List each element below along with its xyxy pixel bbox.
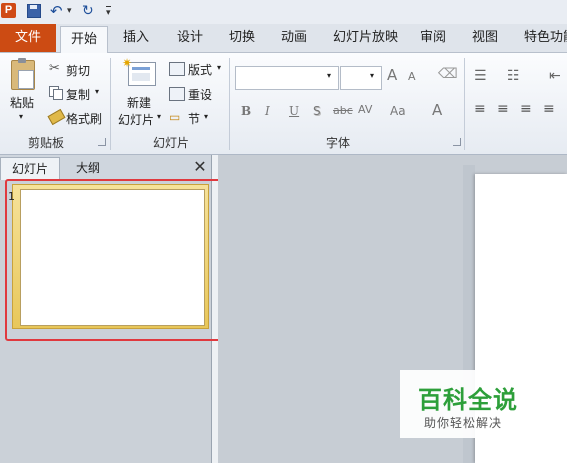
layout-button[interactable]: 版式 (188, 61, 212, 78)
clipboard-dialog-launcher-icon[interactable] (98, 138, 106, 146)
section-button[interactable]: 节 (188, 110, 200, 127)
paste-label: 粘贴 (10, 96, 35, 110)
section-icon[interactable]: ▭ (169, 110, 180, 124)
watermark-title: 百科全说 (418, 386, 518, 414)
tab-slides[interactable]: 幻灯片 (0, 157, 60, 180)
copy-button[interactable]: 复制 (66, 86, 90, 103)
tab-transitions[interactable]: 切换 (229, 24, 255, 52)
layout-dropdown-icon[interactable]: ▾ (217, 63, 221, 72)
copy-dropdown-icon[interactable]: ▾ (95, 87, 99, 96)
tab-design[interactable]: 设计 (177, 24, 203, 52)
redo-icon[interactable]: ↻ (82, 3, 94, 19)
customize-toolbar-icon[interactable]: ▾ (106, 6, 111, 23)
group-separator (229, 58, 230, 150)
group-separator (464, 58, 465, 150)
paste-icon (11, 58, 35, 90)
tab-special[interactable]: 特色功能 (524, 24, 567, 52)
section-dropdown-icon[interactable]: ▾ (204, 112, 208, 121)
grow-font-icon[interactable]: A (387, 66, 397, 84)
underline-button[interactable]: U (289, 104, 299, 118)
watermark-subtitle: 助你轻松解决 (424, 416, 503, 430)
align-center-icon[interactable]: ≡ (497, 101, 509, 117)
tab-slideshow[interactable]: 幻灯片放映 (333, 24, 398, 52)
highlight-box (5, 179, 235, 341)
clear-format-icon[interactable]: ⌫ (438, 66, 458, 82)
undo-icon[interactable]: ↶ (50, 3, 63, 19)
tab-review[interactable]: 审阅 (420, 24, 446, 52)
align-left-icon[interactable]: ≡ (474, 101, 486, 117)
copy-icon[interactable] (49, 86, 63, 100)
new-slide-icon[interactable] (128, 62, 156, 86)
save-icon[interactable] (27, 4, 41, 18)
numbering-icon[interactable]: ☷ (507, 68, 520, 84)
justify-icon[interactable]: ≡ (543, 101, 555, 117)
format-painter-button[interactable]: 格式刷 (66, 110, 102, 127)
bullets-icon[interactable]: ☰ (474, 68, 487, 84)
layout-icon[interactable] (169, 62, 185, 76)
font-size-combo[interactable] (340, 66, 382, 90)
clipboard-group-label: 剪贴板 (28, 136, 65, 150)
cut-button[interactable]: 剪切 (66, 62, 90, 79)
strikethrough-button[interactable]: abc (333, 104, 353, 117)
indent-icon[interactable]: ⇤ (549, 68, 561, 84)
undo-dropdown-icon[interactable]: ▾ (67, 3, 72, 19)
slides-group-label: 幻灯片 (153, 136, 190, 150)
bold-button[interactable]: B (241, 104, 251, 118)
new-slide-label-2[interactable]: 幻灯片 (118, 111, 154, 128)
font-color-button[interactable]: A (432, 101, 442, 119)
font-name-dropdown-icon[interactable]: ▾ (327, 71, 331, 80)
tab-animations[interactable]: 动画 (281, 24, 307, 52)
close-icon[interactable]: ✕ (191, 158, 209, 176)
shadow-button[interactable]: S (313, 104, 321, 118)
group-separator (110, 58, 111, 150)
font-size-dropdown-icon[interactable]: ▾ (370, 71, 374, 80)
align-right-icon[interactable]: ≡ (520, 101, 532, 117)
change-case-button[interactable]: Aa (390, 104, 406, 118)
shrink-font-icon[interactable]: A (408, 70, 416, 83)
paste-dropdown-icon: ▾ (19, 112, 24, 121)
font-name-combo[interactable] (235, 66, 339, 90)
tab-view[interactable]: 视图 (472, 24, 498, 52)
new-slide-sparkle-icon: ✷ (122, 56, 133, 70)
italic-button[interactable]: I (265, 104, 270, 118)
tab-insert[interactable]: 插入 (123, 24, 149, 52)
tab-file[interactable]: 文件 (0, 24, 56, 52)
new-slide-label[interactable]: 新建 (127, 94, 151, 111)
font-dialog-launcher-icon[interactable] (453, 138, 461, 146)
char-spacing-button[interactable]: AV (358, 103, 372, 116)
tab-home[interactable]: 开始 (60, 26, 108, 54)
cut-icon[interactable]: ✂ (49, 61, 60, 76)
reset-button[interactable]: 重设 (188, 86, 212, 103)
tab-outline[interactable]: 大纲 (68, 157, 108, 179)
font-group-label: 字体 (326, 136, 351, 150)
reset-icon[interactable] (169, 87, 185, 101)
powerpoint-app-icon[interactable]: P (1, 3, 16, 18)
new-slide-dropdown-icon[interactable]: ▾ (157, 112, 161, 121)
